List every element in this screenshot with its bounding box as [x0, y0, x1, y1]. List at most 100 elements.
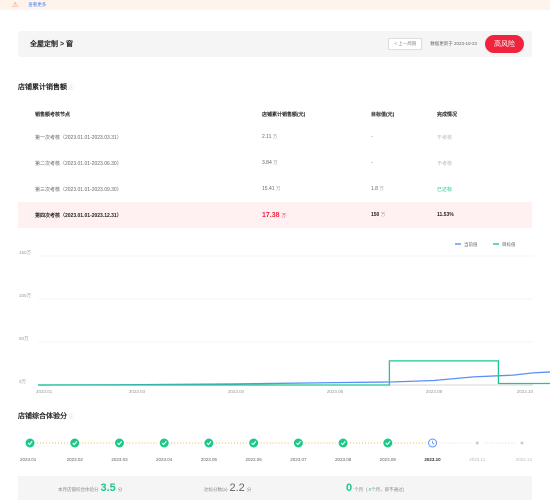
score-timeline: 2023.01 2023.02 2023.03 2023.04 2023.05 2023.…: [20, 438, 533, 462]
timeline-month-label: 2023.10: [424, 457, 441, 462]
series-line-target: [38, 360, 550, 386]
target-cell: 150 万: [371, 212, 437, 218]
legend-label: 目标值: [502, 241, 516, 248]
table-row-highlighted: 第四次考核（2023.01.01-2023.12.31） 17.38 万 150…: [18, 202, 532, 228]
column-header: 完成情况: [437, 111, 458, 118]
timeline-month-label: 2023.03: [111, 457, 128, 462]
target-value: 1.8: [371, 186, 378, 192]
status-cell: 不考核: [437, 160, 453, 167]
help-icon[interactable]: ⓘ: [69, 85, 74, 91]
timeline-month-label: 2023.08: [335, 457, 352, 462]
table-row: 第一次考核（2023.01.01-2023.03.31） 2.11 万 - 不考…: [18, 124, 532, 150]
timeline-month-label: 2023.12: [516, 457, 533, 462]
check-icon: [249, 438, 259, 448]
node-cell: 第二次考核（2023.01.01-2023.06.30）: [35, 160, 122, 167]
target-cell: -: [371, 160, 373, 166]
check-icon: [383, 438, 393, 448]
target-unit: 万: [379, 186, 384, 191]
pass-score-unit: 分: [246, 487, 252, 492]
sales-line-chart: 0万 50万 100万 150万 2023.01 2023.03 2023.04 2023.0…: [19, 241, 550, 394]
amount-value: 2.11: [262, 134, 272, 140]
x-tick-label: 2023.08: [426, 389, 443, 394]
warning-banner: ⚠ 查看更多: [0, 0, 550, 10]
timeline-month-label: 2023.04: [156, 457, 173, 462]
sales-section-title: 店铺累计销售额 ⓘ: [18, 82, 74, 92]
timeline-month-label: 2023.05: [201, 457, 218, 462]
consecutive-months-unit: 个月: [354, 487, 364, 492]
pending-dot: [520, 441, 524, 445]
category-header: 全屋定制 > 窗 < 上一周期 数据更新于 2023-10-23 高风险: [18, 31, 532, 57]
check-icon: [204, 438, 214, 448]
target-cell: 1.8 万: [371, 186, 437, 192]
banner-more-link[interactable]: 查看更多: [28, 2, 46, 8]
legend-label: 当前值: [464, 241, 478, 248]
amount-value: 15.41: [262, 186, 275, 192]
category-title[interactable]: 全屋定制 > 窗: [30, 39, 73, 49]
timeline-month-label: 2023.07: [290, 457, 307, 462]
amount-unit: 万: [272, 134, 278, 139]
table-row: 第三次考核（2023.01.01-2023.09.30） 15.41 万 1.8…: [18, 176, 532, 202]
monthly-score-label: 本月店铺综合体验分: [58, 487, 99, 492]
amount-unit: 万: [281, 212, 286, 218]
timeline-month-label: 2023.02: [67, 457, 84, 462]
column-header: 销售额考核节点: [35, 111, 71, 118]
amount-value: 17.38: [262, 211, 280, 219]
amount-unit: 万: [275, 186, 281, 191]
consecutive-months-note: (0个月，即不通过): [366, 487, 404, 493]
sales-table: 销售额考核节点 店铺累计销售额(元) 目标值(元) 完成情况 第一次考核（202…: [18, 104, 532, 228]
y-tick-label: 0万: [19, 379, 27, 385]
pass-score: 达标分数(≥) 2.2 分: [204, 482, 251, 494]
timeline-month-label: 2023.09: [380, 457, 397, 462]
check-icon: [114, 438, 124, 448]
score-section-title-text: 店铺综合体验分: [18, 413, 67, 420]
amount-cell: 3.84 万: [262, 160, 371, 166]
column-header: 店铺累计销售额(元): [262, 111, 306, 118]
x-tick-label: 2023.01: [36, 389, 53, 394]
check-icon: [159, 438, 169, 448]
amount-cell: 2.11 万: [262, 134, 371, 140]
node-cell: 第三次考核（2023.01.01-2023.09.30）: [35, 186, 122, 193]
pending-dot: [475, 441, 479, 445]
sales-section-title-text: 店铺累计销售额: [18, 84, 67, 91]
x-tick-label: 2023.06: [327, 389, 344, 394]
data-update-date: 数据更新于 2023-10-23: [430, 41, 477, 46]
note-prefix: (: [366, 487, 368, 492]
check-icon: [70, 438, 80, 448]
timeline-month-label: 2023.11: [469, 457, 485, 462]
x-tick-label: 2023.10: [517, 389, 534, 394]
y-tick-label: 150万: [19, 250, 32, 256]
x-tick-label: 2023.04: [228, 389, 245, 394]
score-section-title: 店铺综合体验分 ⓘ: [18, 411, 74, 421]
amount-cell: 15.41 万: [262, 186, 371, 192]
amount-value: 3.84: [262, 160, 272, 166]
note-suffix: 个月，即不通过): [371, 487, 405, 492]
monthly-score-unit: 分: [117, 487, 123, 492]
target-cell: -: [371, 134, 373, 140]
timeline-month-label: 2023.01: [20, 457, 37, 462]
consecutive-months-value: 0: [346, 482, 353, 494]
consecutive-months: 0 个月 (0个月，即不通过): [344, 482, 404, 494]
node-cell: 第一次考核（2023.01.01-2023.03.31）: [35, 134, 122, 141]
monthly-score: 本月店铺综合体验分 3.5 分: [58, 482, 122, 494]
check-icon: [338, 438, 348, 448]
help-icon[interactable]: ⓘ: [69, 414, 74, 420]
target-unit: 万: [380, 212, 386, 217]
warning-icon: ⚠: [12, 2, 19, 9]
timeline-month-label: 2023.06: [245, 457, 262, 462]
y-tick-label: 100万: [19, 293, 32, 299]
amount-unit: 万: [273, 160, 278, 165]
y-tick-label: 50万: [19, 336, 29, 342]
table-header: 销售额考核节点 店铺累计销售额(元) 目标值(元) 完成情况: [18, 104, 532, 124]
status-cell: 已达标: [437, 186, 453, 193]
amount-cell: 17.38 万: [262, 212, 371, 219]
series-line-current: [37, 371, 550, 386]
column-header: 目标值(元): [371, 111, 395, 118]
check-icon: [293, 438, 303, 448]
pass-score-label: 达标分数(≥): [204, 487, 228, 492]
check-icon: [25, 438, 35, 448]
node-cell: 第四次考核（2023.01.01-2023.12.31）: [35, 212, 122, 219]
monthly-score-value: 3.5: [100, 482, 116, 494]
score-summary-card: 本月店铺综合体验分 3.5 分 达标分数(≥) 2.2 分 0 个月 (0个月，…: [18, 476, 532, 500]
previous-period-button[interactable]: < 上一周期: [388, 38, 423, 50]
risk-level-button[interactable]: 高风险: [485, 35, 524, 53]
